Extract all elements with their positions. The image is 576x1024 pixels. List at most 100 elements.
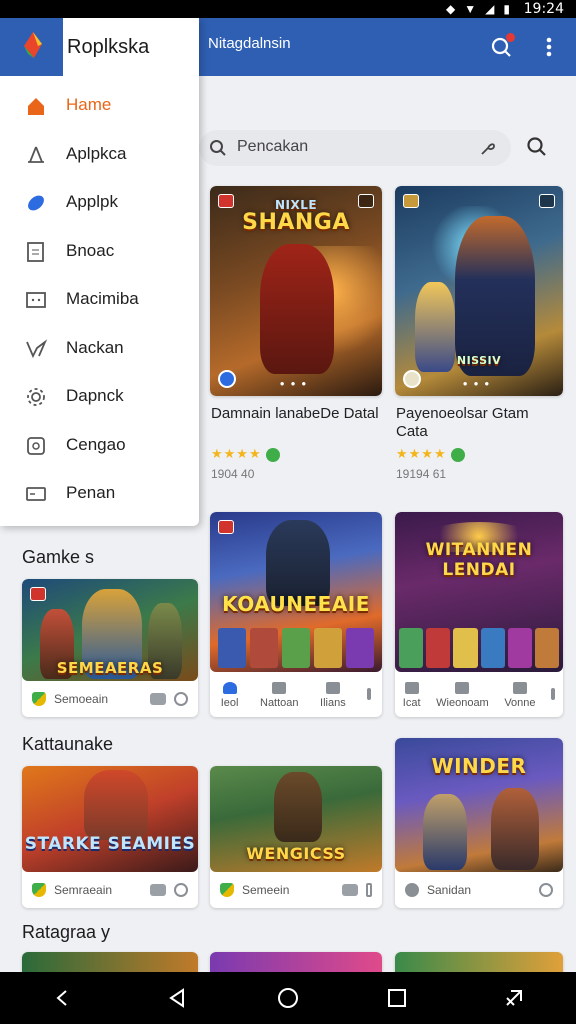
game-artwork: KOAUNEEAIE xyxy=(210,512,382,672)
tab-item[interactable]: Icat xyxy=(403,681,421,709)
card-footer: Semoeain xyxy=(22,681,198,717)
tab-label: Wieonoam xyxy=(436,696,489,709)
status-bar: ◆ ▼ ◢ ▮ 19:24 xyxy=(0,0,576,18)
drawer-item-label: Nackan xyxy=(66,338,124,357)
drawer-item-7[interactable]: Dapnck xyxy=(0,373,199,419)
drawer-item-home[interactable]: Hame xyxy=(0,82,199,128)
controller-icon[interactable] xyxy=(150,884,166,896)
rating-value: ★★★★ xyxy=(211,446,262,461)
game-art-title: SHANGA xyxy=(242,210,350,235)
gear-icon xyxy=(27,388,45,406)
search-input[interactable] xyxy=(237,138,467,156)
notification-icon: ◆ xyxy=(446,2,456,16)
window-icon xyxy=(455,681,470,694)
search-bar[interactable] xyxy=(199,130,511,166)
info-icon[interactable] xyxy=(174,692,188,706)
recents-icon[interactable] xyxy=(385,986,409,1010)
card-icon xyxy=(26,487,46,501)
info-icon[interactable] xyxy=(539,883,553,897)
game-artwork: SEMEAERAS xyxy=(22,579,198,681)
game-card[interactable] xyxy=(210,952,382,974)
game-card[interactable]: STARKE SEAMIES Semraeain xyxy=(22,766,198,908)
section-title: Gamke s xyxy=(22,547,95,567)
tab-more[interactable] xyxy=(367,687,372,703)
notification-dot xyxy=(506,33,515,42)
clock: 19:24 xyxy=(523,1,564,17)
navigation-drawer: Roplkska Hame Aplpkca Applpk Bnoac Macim… xyxy=(0,18,199,526)
game-card[interactable] xyxy=(22,952,198,974)
game-card[interactable]: SEMEAERAS Semoeain xyxy=(22,579,198,717)
featured-game-card-1[interactable]: NIXLE SHANGA ●●● xyxy=(210,186,382,396)
game-art-title: WITANNEN LENDAI xyxy=(425,540,533,580)
more-vert-icon xyxy=(546,37,552,57)
signal-icon: ◢ xyxy=(485,2,495,16)
game-artwork: WINDER xyxy=(395,738,563,872)
game-card[interactable]: WINDER Sanidan xyxy=(395,738,563,908)
more-icon xyxy=(551,687,556,700)
tab-item[interactable]: Ieol xyxy=(221,681,239,709)
section-title: Kattaunake xyxy=(22,734,114,754)
card-tab-bar: Ieol Nattoan Ilians xyxy=(210,673,382,717)
system-nav-bar xyxy=(0,972,576,1024)
featured-game-card-2[interactable]: NISSIV ●●● xyxy=(395,186,563,396)
character-strip xyxy=(399,628,560,668)
more-icon[interactable] xyxy=(366,883,372,897)
tab-item[interactable]: Nattoan xyxy=(260,681,299,709)
controller-icon[interactable] xyxy=(150,693,166,705)
game-title[interactable]: Damnain lanabeDe Datal xyxy=(211,405,381,423)
game-card[interactable]: KOAUNEEAIE Ieol Nattoan Ilians xyxy=(210,512,382,717)
rotate-icon[interactable] xyxy=(502,986,526,1010)
badge-icon xyxy=(218,194,234,208)
game-art-title: NISSIV xyxy=(456,354,502,367)
game-card[interactable]: WITANNEN LENDAI Icat Wieonoam Vonne xyxy=(395,512,563,717)
info-icon[interactable] xyxy=(174,883,188,897)
drawer-item-9[interactable]: Penan xyxy=(0,470,199,516)
game-card[interactable] xyxy=(395,952,563,974)
tab-item[interactable]: Wieonoam xyxy=(436,681,489,709)
shield-icon xyxy=(32,692,46,706)
window-icon xyxy=(272,681,287,694)
tab-more[interactable] xyxy=(551,687,556,703)
drawer-item-4[interactable]: Bnoac xyxy=(0,228,199,274)
drawer-item-6[interactable]: Nackan xyxy=(0,325,199,371)
character-figure xyxy=(84,770,148,840)
status-icons: ◆ ▼ ◢ ▮ xyxy=(446,2,510,16)
drawer-item-label: Applpk xyxy=(66,192,118,211)
controller-icon[interactable] xyxy=(342,884,358,896)
game-art-title: WINDER xyxy=(431,754,527,778)
search-button[interactable] xyxy=(526,136,548,158)
back-icon[interactable] xyxy=(166,986,190,1010)
character-figure xyxy=(260,244,334,374)
voice-icon[interactable] xyxy=(479,139,497,157)
home-icon xyxy=(222,681,237,694)
app-bar-title: Nitagdalnsin xyxy=(208,35,291,52)
verified-badge-icon xyxy=(450,447,465,462)
drawer-item-label: Macimiba xyxy=(66,289,139,308)
home-icon xyxy=(28,98,44,115)
drawer-header: Roplkska xyxy=(0,18,199,76)
tab-item[interactable]: Ilians xyxy=(320,681,346,709)
game-title[interactable]: Payenoeolsar Gtam Cata xyxy=(396,405,564,441)
share-icon xyxy=(28,146,44,163)
puzzle-icon xyxy=(27,437,45,455)
user-icon xyxy=(512,681,527,694)
carousel-dots: ●●● xyxy=(279,379,313,388)
home-nav-icon[interactable] xyxy=(276,986,300,1010)
drawer-item-3[interactable]: Applpk xyxy=(0,179,199,225)
notification-bell-button[interactable] xyxy=(490,33,515,58)
game-card[interactable]: WENGICSS Semeein xyxy=(210,766,382,908)
more-options-button[interactable] xyxy=(544,36,554,58)
game-artwork: WITANNEN LENDAI xyxy=(395,512,563,672)
shield-icon xyxy=(405,883,419,897)
drawer-item-label: Hame xyxy=(66,95,112,114)
drawer-item-2[interactable]: Aplpkca xyxy=(0,131,199,177)
drawer-item-8[interactable]: Cengao xyxy=(0,422,199,468)
card-footer: Semraeain xyxy=(22,872,198,908)
drawer-item-label: Dapnck xyxy=(66,386,124,405)
card-tab-bar: Icat Wieonoam Vonne xyxy=(395,673,563,717)
back-small-icon[interactable] xyxy=(50,986,74,1010)
character-figure xyxy=(455,216,535,376)
drawer-item-5[interactable]: Macimiba xyxy=(0,276,199,322)
tab-item[interactable]: Vonne xyxy=(504,681,536,709)
badge-icon xyxy=(403,194,419,208)
